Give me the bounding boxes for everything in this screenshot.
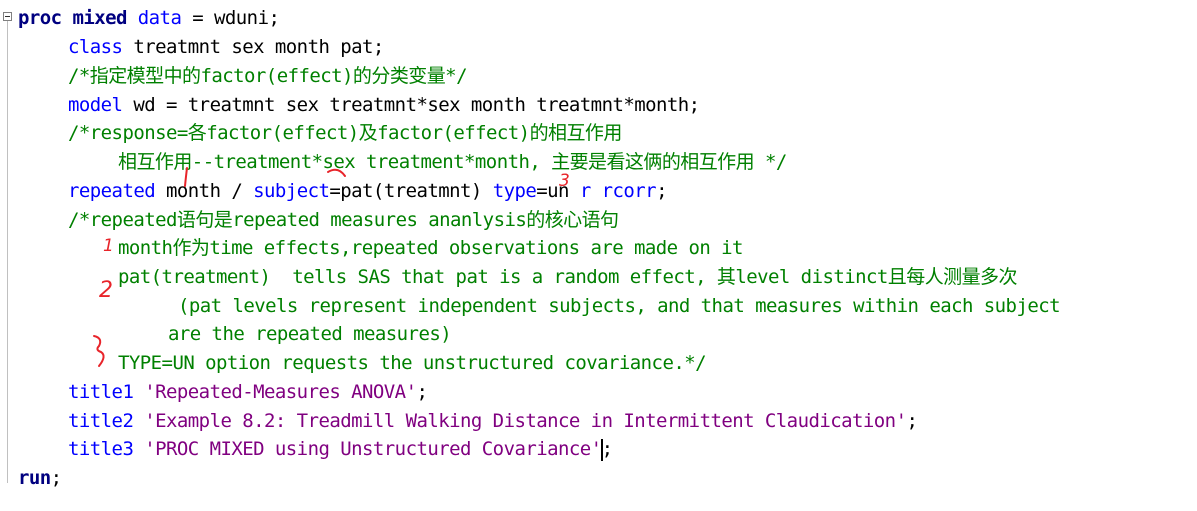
annotation-number-3: 3 — [559, 171, 570, 191]
annotation-number-1: 1 — [103, 236, 114, 256]
handwritten-annotations: 3 1 2 — [93, 167, 570, 367]
pen-stroke-mark — [184, 167, 188, 187]
annotation-number-2: 2 — [99, 278, 113, 303]
annotation-number-3-scribble — [93, 335, 105, 367]
pen-stroke-mark — [327, 168, 346, 177]
code-editor[interactable]: proc mixed data = wduni; class treatmnt … — [0, 0, 1197, 511]
